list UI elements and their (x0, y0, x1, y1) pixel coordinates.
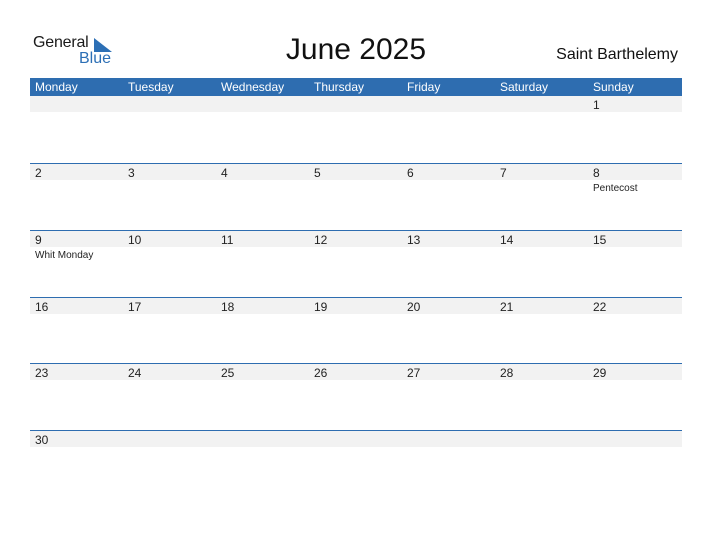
day-number: 15 (593, 233, 607, 247)
day-cell: 17 (123, 298, 216, 365)
day-number: 30 (35, 433, 49, 447)
week-row: 1 (30, 96, 682, 163)
day-cell: 28 (495, 364, 588, 431)
day-number: 23 (35, 366, 49, 380)
day-cell (30, 96, 123, 163)
day-number: 18 (221, 300, 235, 314)
day-cell: 14 (495, 231, 588, 298)
day-number: 7 (500, 166, 507, 180)
day-number: 5 (314, 166, 321, 180)
week-row: 23 24 25 26 27 28 29 (30, 363, 682, 431)
day-number: 14 (500, 233, 514, 247)
week-row: 16 17 18 19 20 21 22 (30, 297, 682, 365)
day-number: 9 (35, 233, 42, 247)
day-cell (588, 431, 681, 498)
week-row: 30 (30, 430, 682, 498)
week-row: 9 Whit Monday 10 11 12 13 14 15 (30, 230, 682, 298)
day-cell: 30 (30, 431, 123, 498)
day-cell: 1 (588, 96, 681, 163)
day-number: 24 (128, 366, 142, 380)
day-number: 8 (593, 166, 600, 180)
day-cell (123, 431, 216, 498)
day-cell (309, 431, 402, 498)
day-cell: 15 (588, 231, 681, 298)
region-label: Saint Barthelemy (556, 46, 678, 63)
day-cell (123, 96, 216, 163)
day-cell (402, 96, 495, 163)
day-cell: 20 (402, 298, 495, 365)
day-number: 10 (128, 233, 142, 247)
weekday-tuesday: Tuesday (128, 80, 174, 94)
day-cell: 12 (309, 231, 402, 298)
day-number: 13 (407, 233, 421, 247)
day-cell: 8 Pentecost (588, 164, 681, 231)
day-number: 22 (593, 300, 607, 314)
day-number: 16 (35, 300, 49, 314)
day-cell: 18 (216, 298, 309, 365)
day-cell: 3 (123, 164, 216, 231)
day-cell (495, 431, 588, 498)
day-number: 26 (314, 366, 328, 380)
day-cell (309, 96, 402, 163)
weekday-friday: Friday (407, 80, 441, 94)
week-row: 2 3 4 5 6 7 8 Pentecost (30, 163, 682, 231)
day-cell: 4 (216, 164, 309, 231)
weekday-saturday: Saturday (500, 80, 549, 94)
day-cell: 11 (216, 231, 309, 298)
day-cell: 25 (216, 364, 309, 431)
day-number: 17 (128, 300, 142, 314)
weekday-header: Monday Tuesday Wednesday Thursday Friday… (30, 78, 682, 96)
day-number: 25 (221, 366, 235, 380)
day-number: 19 (314, 300, 328, 314)
day-cell: 27 (402, 364, 495, 431)
weekday-thursday: Thursday (314, 80, 365, 94)
day-number: 27 (407, 366, 421, 380)
day-cell: 5 (309, 164, 402, 231)
day-number: 12 (314, 233, 328, 247)
holiday-label: Whit Monday (35, 250, 94, 261)
day-number: 21 (500, 300, 514, 314)
day-cell: 16 (30, 298, 123, 365)
weekday-sunday: Sunday (593, 80, 634, 94)
day-number: 6 (407, 166, 414, 180)
day-number: 28 (500, 366, 514, 380)
day-cell: 13 (402, 231, 495, 298)
day-cell (216, 96, 309, 163)
day-cell: 10 (123, 231, 216, 298)
day-cell (216, 431, 309, 498)
day-cell (402, 431, 495, 498)
day-cell: 19 (309, 298, 402, 365)
day-number: 3 (128, 166, 135, 180)
day-cell: 22 (588, 298, 681, 365)
day-cell: 2 (30, 164, 123, 231)
day-number: 11 (221, 233, 234, 247)
day-number: 1 (593, 98, 600, 112)
day-cell: 9 Whit Monday (30, 231, 123, 298)
day-cell: 24 (123, 364, 216, 431)
day-cell: 26 (309, 364, 402, 431)
day-cell: 6 (402, 164, 495, 231)
weekday-monday: Monday (35, 80, 78, 94)
day-cell (495, 96, 588, 163)
day-number: 29 (593, 366, 607, 380)
day-cell: 23 (30, 364, 123, 431)
day-number: 2 (35, 166, 42, 180)
day-cell: 21 (495, 298, 588, 365)
holiday-label: Pentecost (593, 183, 638, 194)
day-cell: 29 (588, 364, 681, 431)
day-cell: 7 (495, 164, 588, 231)
day-number: 4 (221, 166, 228, 180)
weekday-wednesday: Wednesday (221, 80, 285, 94)
day-number: 20 (407, 300, 421, 314)
